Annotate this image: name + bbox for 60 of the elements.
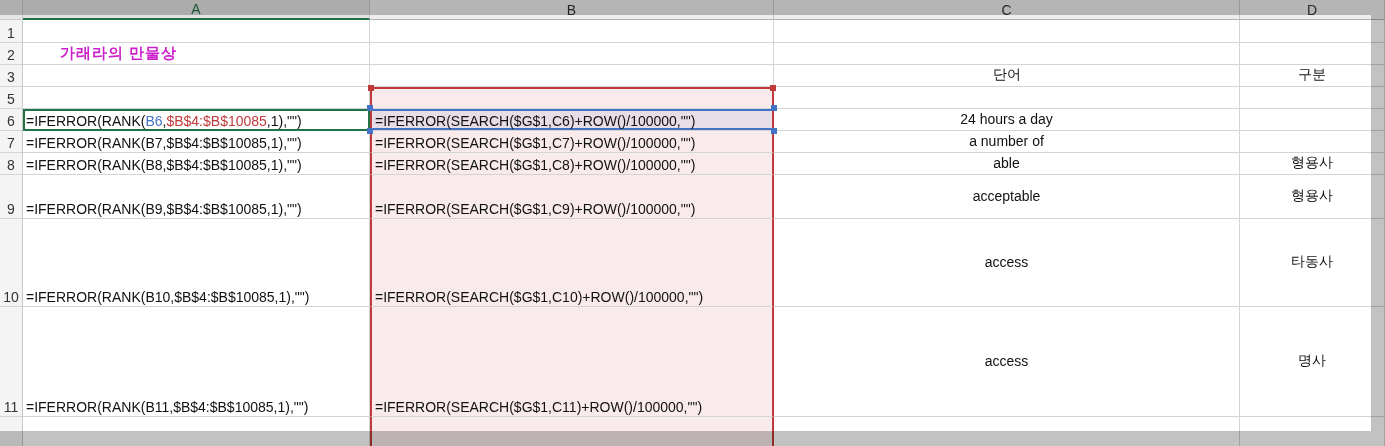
table-cell[interactable] (1240, 131, 1385, 153)
row-header[interactable]: 9 (0, 175, 23, 219)
selected-cell[interactable]: =IFERROR(SEARCH($G$1,C7)+ROW()/100000,"") (370, 131, 774, 153)
table-cell[interactable]: =IFERROR(RANK(B9,$B$4:$B$10085,1),"") (23, 175, 370, 219)
row-header[interactable]: 10 (0, 219, 23, 307)
table-cell[interactable]: 구분 (1240, 65, 1385, 87)
table-cell[interactable]: =IFERROR(RANK(B10,$B$4:$B$10085,1),"") (23, 219, 370, 307)
table-cell[interactable]: access (774, 219, 1240, 307)
table-cell[interactable]: 타동사 (1240, 219, 1385, 307)
row-header[interactable]: 7 (0, 131, 23, 153)
column-header[interactable]: C (774, 0, 1240, 20)
table-cell[interactable] (774, 20, 1240, 43)
table-cell[interactable] (23, 20, 370, 43)
table-cell[interactable]: 형용사 (1240, 153, 1385, 175)
table-cell[interactable] (23, 65, 370, 87)
selection-handle[interactable] (367, 105, 373, 111)
selected-cell[interactable]: =IFERROR(SEARCH($G$1,C9)+ROW()/100000,"") (370, 175, 774, 219)
column-header[interactable]: A (23, 0, 370, 20)
selection-handle[interactable] (771, 128, 777, 134)
selection-handle[interactable] (368, 85, 374, 91)
row-header[interactable]: 1 (0, 20, 23, 43)
selected-cell[interactable] (370, 87, 774, 109)
table-cell[interactable]: =IFERROR(RANK(B7,$B$4:$B$10085,1),"") (23, 131, 370, 153)
row-header[interactable]: 6 (0, 109, 23, 131)
table-cell[interactable] (774, 43, 1240, 65)
selected-cell[interactable]: =IFERROR(SEARCH($G$1,C10)+ROW()/100000,"") (370, 219, 774, 307)
row-header[interactable]: 2 (0, 43, 23, 65)
table-cell[interactable]: acceptable (774, 175, 1240, 219)
selection-handle[interactable] (367, 128, 373, 134)
table-cell[interactable]: =IFERROR(RANK(B8,$B$4:$B$10085,1),"") (23, 153, 370, 175)
row-header[interactable]: 8 (0, 153, 23, 175)
column-header[interactable]: D (1240, 0, 1385, 20)
select-all-corner[interactable] (0, 0, 23, 20)
table-cell[interactable]: 가래라의 만물상 (23, 43, 370, 65)
table-cell[interactable]: access (774, 307, 1240, 417)
table-cell[interactable]: able (774, 153, 1240, 175)
table-cell[interactable] (370, 20, 774, 43)
cell-text: =IFERROR(SEARCH($G$1,C6)+ROW()/100000,"") (375, 113, 696, 129)
table-cell[interactable]: 형용사 (1240, 175, 1385, 219)
table-cell[interactable]: 24 hours a day (774, 109, 1240, 131)
selected-cell[interactable]: =IFERROR(SEARCH($G$1,C8)+ROW()/100000,"") (370, 153, 774, 175)
selected-cell[interactable]: =IFERROR(SEARCH($G$1,C11)+ROW()/100000,"") (370, 307, 774, 417)
table-cell[interactable] (1240, 109, 1385, 131)
selection-handle[interactable] (770, 85, 776, 91)
table-cell[interactable]: 명사 (1240, 307, 1385, 417)
table-cell[interactable] (370, 43, 774, 65)
selected-cell[interactable]: =IFERROR(RANK(B6,$B$4:$B$10085,1),"") (23, 109, 370, 131)
table-cell[interactable] (1240, 20, 1385, 43)
row-header[interactable] (0, 417, 23, 446)
selection-handle[interactable] (771, 105, 777, 111)
table-cell[interactable]: =IFERROR(RANK(B11,$B$4:$B$10085,1),"") (23, 307, 370, 417)
table-cell[interactable]: 단어 (774, 65, 1240, 87)
row-header[interactable]: 11 (0, 307, 23, 417)
table-cell[interactable]: a number of (774, 131, 1240, 153)
table-cell[interactable] (1240, 87, 1385, 109)
row-header[interactable]: 5 (0, 87, 23, 109)
table-cell[interactable] (1240, 43, 1385, 65)
table-cell[interactable] (774, 87, 1240, 109)
column-header[interactable]: B (370, 0, 774, 20)
row-header[interactable]: 3 (0, 65, 23, 87)
